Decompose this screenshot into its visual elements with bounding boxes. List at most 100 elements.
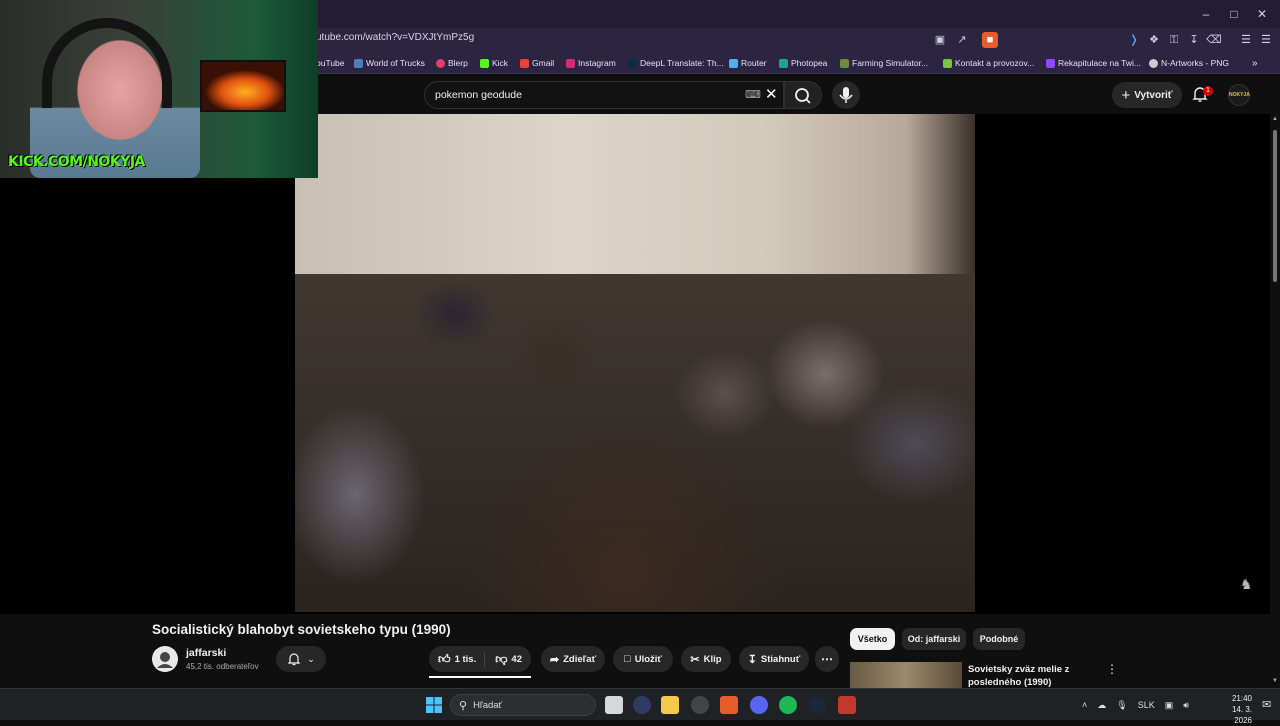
- scissors-icon: ✂: [690, 653, 700, 666]
- kontakt-icon: [943, 58, 952, 68]
- spotify-icon[interactable]: [779, 696, 797, 714]
- bookmark-icon: □: [624, 653, 631, 665]
- bookmark-label: Gmail: [532, 58, 555, 68]
- download-button[interactable]: ↧ Stiahnuť: [739, 646, 809, 672]
- chip-from-channel[interactable]: Od: jaffarski: [902, 628, 966, 650]
- minimize-icon[interactable]: –: [1198, 6, 1214, 22]
- close-window-icon[interactable]: ✕: [1254, 6, 1270, 22]
- clear-search-icon[interactable]: ✕: [765, 85, 778, 103]
- bookmark-rekapitulace[interactable]: Rekapitulace na Twi...: [1046, 56, 1141, 70]
- kick-icon: [480, 58, 489, 68]
- download-icon[interactable]: ↧: [1186, 32, 1202, 48]
- windows-start-icon[interactable]: [425, 696, 443, 714]
- thumbs-down-icon: 👎︎: [495, 651, 508, 666]
- search-input[interactable]: pokemon geodude ⌨ ✕: [424, 81, 784, 109]
- chip-related[interactable]: Podobné: [973, 628, 1025, 650]
- bookmark-farming-simulator[interactable]: Farming Simulator...: [840, 56, 928, 70]
- bookmarks-overflow-icon[interactable]: »: [1252, 56, 1258, 70]
- bookmark-kick[interactable]: Kick: [480, 56, 508, 70]
- save-button[interactable]: □ Uložiť: [613, 646, 673, 672]
- gmail-icon: [520, 58, 529, 68]
- like-button[interactable]: 👍︎ 1 tis.: [438, 651, 486, 667]
- subscription-bell-button[interactable]: ⌄: [276, 646, 326, 672]
- more-actions-button[interactable]: ⋯: [815, 646, 839, 672]
- notification-badge: 1: [1203, 86, 1213, 96]
- bookmark-label: Kontakt a provozov...: [955, 58, 1035, 68]
- game-app-icon[interactable]: [838, 696, 856, 714]
- page-scrollbar[interactable]: ▲ ▼: [1270, 114, 1280, 688]
- dislike-button[interactable]: 👎︎ 42: [489, 652, 522, 667]
- share-button[interactable]: ➦ Zdieľať: [541, 646, 605, 672]
- clip-label: Klip: [703, 653, 722, 665]
- notification-center-icon[interactable]: ✉: [1262, 698, 1271, 711]
- bookmark-blerp[interactable]: Blerp: [436, 56, 468, 70]
- related-video-thumbnail[interactable]: [850, 662, 962, 688]
- share-page-icon[interactable]: ↗: [954, 32, 970, 48]
- video-player[interactable]: ♞: [0, 114, 1270, 614]
- bookmark-label: Kick: [492, 58, 509, 68]
- more-vertical-icon[interactable]: ⋮: [1106, 662, 1118, 676]
- microphone-icon[interactable]: 🎙︎: [1116, 700, 1127, 711]
- bookmark-kontakt[interactable]: Kontakt a provozov...: [943, 56, 1034, 70]
- search-icon: ⚲: [459, 699, 468, 712]
- create-button[interactable]: + Vytvoriť: [1112, 82, 1182, 108]
- clip-button[interactable]: ✂ Klip: [681, 646, 731, 672]
- clock[interactable]: 21:40 14. 3. 2026: [1212, 693, 1252, 726]
- maximize-icon[interactable]: □: [1226, 6, 1242, 22]
- related-video-title[interactable]: Sovietsky zväz melie z posledného (1990): [968, 663, 1088, 689]
- obs-icon[interactable]: [691, 696, 709, 714]
- task-view-icon[interactable]: [605, 696, 623, 714]
- brave-browser-icon[interactable]: [720, 696, 738, 714]
- scroll-down-icon[interactable]: ▼: [1272, 678, 1278, 684]
- microphone-icon: [839, 87, 853, 103]
- scrollbar-thumb[interactable]: [1273, 130, 1277, 282]
- brave-shield-icon[interactable]: ■: [982, 32, 998, 48]
- url-text[interactable]: utube.com/watch?v=VDXJtYmPz5g: [316, 32, 474, 43]
- more-horizontal-icon: ⋯: [821, 652, 833, 666]
- file-explorer-icon[interactable]: [661, 696, 679, 714]
- steam-icon[interactable]: [808, 696, 826, 714]
- bookmark-router[interactable]: Router: [729, 56, 767, 70]
- video-title: Socialistický blahobyt sovietskeho typu …: [152, 622, 451, 637]
- router-icon: [729, 58, 738, 68]
- discord-icon[interactable]: [750, 696, 768, 714]
- extensions-icon[interactable]: ❖: [1146, 32, 1162, 48]
- bookmark-gmail[interactable]: Gmail: [520, 56, 554, 70]
- avatar[interactable]: NOKYJA: [1228, 84, 1250, 106]
- language-indicator[interactable]: SLK: [1138, 700, 1155, 710]
- chevron-up-icon[interactable]: ˄: [1082, 700, 1087, 710]
- volume-icon[interactable]: 🔊︎: [1183, 700, 1189, 711]
- search-input-value[interactable]: pokemon geodude: [435, 89, 522, 101]
- chip-all[interactable]: Všetko: [850, 628, 895, 650]
- bookmark-photopea[interactable]: Photopea: [779, 56, 827, 70]
- playlist-icon[interactable]: ☰: [1238, 32, 1254, 48]
- bookmark-deepl[interactable]: DeepL Translate: Th...: [628, 56, 724, 70]
- bookmark-youtube[interactable]: ouTube: [316, 56, 345, 70]
- farming-simulator-icon: [840, 58, 849, 68]
- menu-icon[interactable]: ☰: [1258, 32, 1274, 48]
- windows-taskbar: ⚲ Hľadať ˄ ☁ 🎙︎ SLK ▣ 🔊︎ 21:40 14. 3. 20…: [0, 688, 1280, 725]
- voice-search-button[interactable]: [832, 81, 860, 109]
- trash-icon[interactable]: ⌫: [1206, 32, 1222, 48]
- fireplace-image: [200, 60, 286, 112]
- display-icon[interactable]: ▣: [1165, 700, 1174, 711]
- video-frame[interactable]: [295, 114, 975, 612]
- key-icon[interactable]: ⚿: [1166, 32, 1182, 48]
- scroll-up-icon[interactable]: ▲: [1272, 116, 1278, 122]
- audio-icon[interactable]: ❭: [1126, 32, 1142, 48]
- screen-icon[interactable]: ▣: [932, 32, 948, 48]
- keyboard-icon[interactable]: ⌨: [745, 88, 761, 101]
- taskbar-search[interactable]: ⚲ Hľadať: [450, 694, 596, 716]
- search-button[interactable]: [784, 81, 822, 109]
- world-of-trucks-icon: [354, 58, 363, 68]
- channel-avatar-icon: [153, 647, 177, 671]
- channel-name[interactable]: jaffarski: [186, 647, 226, 659]
- bookmark-n-artworks[interactable]: N-Artworks - PNG: [1149, 56, 1229, 70]
- bookmark-world-of-trucks[interactable]: World of Trucks: [354, 56, 425, 70]
- weather-icon[interactable]: ☁: [1097, 700, 1106, 711]
- app-icon[interactable]: [633, 696, 651, 714]
- save-label: Uložiť: [634, 653, 662, 665]
- channel-avatar[interactable]: [152, 646, 178, 672]
- bookmark-instagram[interactable]: Instagram: [566, 56, 616, 70]
- channel-watermark-icon[interactable]: ♞: [1240, 576, 1254, 596]
